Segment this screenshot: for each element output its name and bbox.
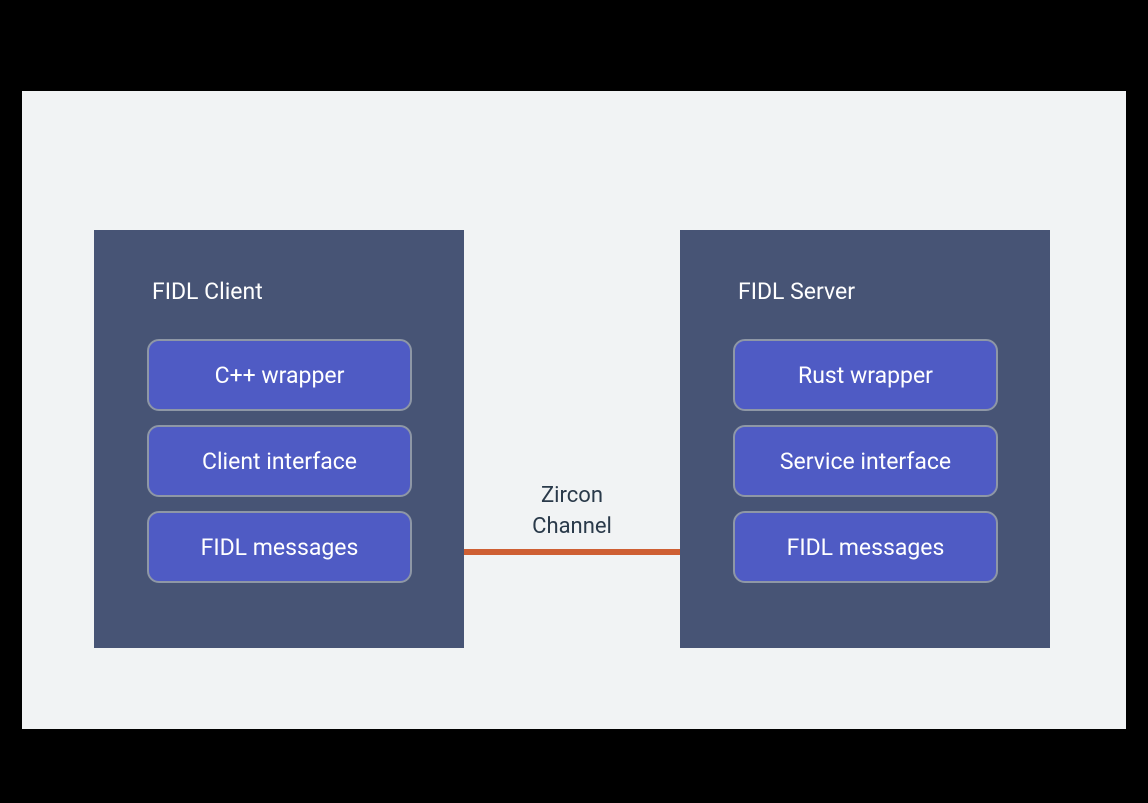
server-messages-block: FIDL messages xyxy=(733,511,998,583)
client-stack: C++ wrapper Client interface FIDL messag… xyxy=(147,339,412,597)
server-interface-block: Service interface xyxy=(733,425,998,497)
fidl-client-panel: FIDL Client C++ wrapper Client interface… xyxy=(94,230,464,648)
fidl-server-panel: FIDL Server Rust wrapper Service interfa… xyxy=(680,230,1050,648)
fidl-client-title: FIDL Client xyxy=(94,230,464,305)
channel-label-line1: Zircon xyxy=(472,481,672,512)
server-stack: Rust wrapper Service interface FIDL mess… xyxy=(733,339,998,597)
server-wrapper-block: Rust wrapper xyxy=(733,339,998,411)
channel-label-line2: Channel xyxy=(472,512,672,543)
diagram-canvas: Zircon Channel FIDL Client C++ wrapper C… xyxy=(22,91,1126,729)
zircon-channel-label: Zircon Channel xyxy=(472,481,672,543)
client-wrapper-block: C++ wrapper xyxy=(147,339,412,411)
fidl-server-title: FIDL Server xyxy=(680,230,1050,305)
client-messages-block: FIDL messages xyxy=(147,511,412,583)
client-interface-block: Client interface xyxy=(147,425,412,497)
